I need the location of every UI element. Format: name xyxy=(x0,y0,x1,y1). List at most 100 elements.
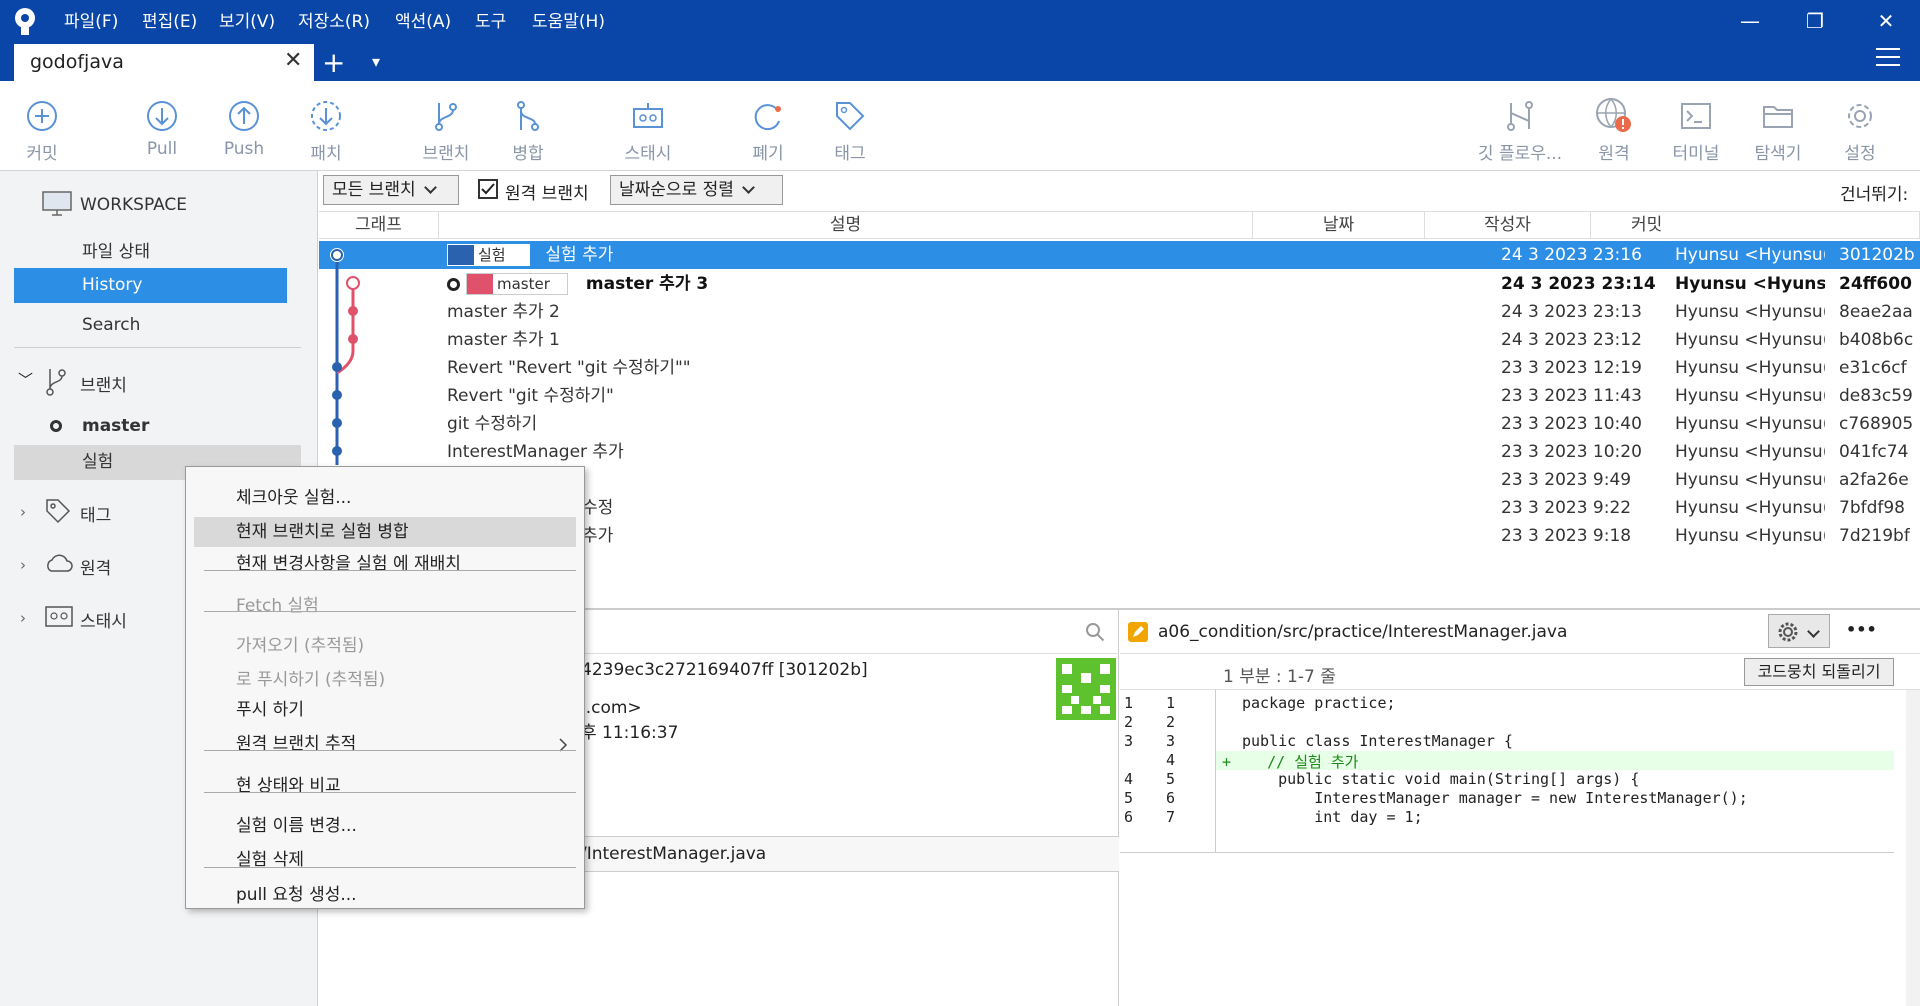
column-graph[interactable]: 그래프 xyxy=(319,212,439,239)
git-flow-button[interactable]: 깃 플로우... xyxy=(1470,95,1570,164)
menu-item-delete[interactable]: 실험 삭제 xyxy=(194,845,576,875)
menu-item-push-tracked[interactable]: 로 푸시하기 (추적됨) xyxy=(194,665,576,695)
commit-description: Revert "Revert "git 수정하기"" xyxy=(447,358,691,378)
column-description[interactable]: 설명 xyxy=(439,212,1253,239)
commit-date: 23 3 2023 10:20 xyxy=(1501,442,1642,462)
commit-description: master master 추가 3 xyxy=(447,270,708,298)
commit-table-header: 그래프 설명 날짜 작성자 커밋 xyxy=(319,211,1920,239)
menu-item-pull-request[interactable]: pull 요청 생성... xyxy=(194,880,576,910)
commit-hash: 8eae2aa xyxy=(1839,302,1913,322)
commit-row[interactable]: master 추가 1 24 3 2023 23:12 Hyunsu <Hyunsu… xyxy=(319,326,1920,354)
menu-item-compare[interactable]: 현 상태와 비교 xyxy=(194,771,576,801)
remote-button[interactable]: 원격 xyxy=(1574,95,1654,164)
commit-row[interactable]: Revert "git 수정하기" 23 3 2023 11:43 Hyunsu <… xyxy=(319,382,1920,410)
commit-description: git 수정하기 xyxy=(447,414,538,434)
patch-button[interactable]: 패치 xyxy=(286,95,366,164)
branch-tag-master[interactable]: master xyxy=(466,273,568,295)
restore-button[interactable]: ❐ xyxy=(1795,6,1835,36)
menu-tools[interactable]: 도구 xyxy=(475,10,506,34)
stashes-header[interactable]: 스태시 xyxy=(80,607,127,632)
commit-author: Hyunsu <Hyunsu( xyxy=(1675,414,1825,434)
remote-branches-checkbox[interactable] xyxy=(478,179,498,199)
commit-author: Hyunsu <Hyunsu( xyxy=(1675,330,1825,350)
commit-graph xyxy=(330,248,360,465)
menu-view[interactable]: 보기(V) xyxy=(219,10,275,34)
chevron-down-icon[interactable]: ﹀ xyxy=(18,369,33,390)
sort-dropdown[interactable]: 날짜순으로 정렬 xyxy=(610,175,783,205)
commit-date: 23 3 2023 12:19 xyxy=(1501,358,1642,378)
close-window-button[interactable]: ✕ xyxy=(1866,6,1906,36)
menu-item-fetch[interactable]: Fetch 실험 xyxy=(194,591,576,621)
commit-row[interactable]: master master 추가 3 24 3 2023 23:14 Hyuns… xyxy=(319,270,1920,298)
branch-tag-silheom[interactable]: 실험 xyxy=(447,244,530,266)
sidebar-item-history[interactable]: History xyxy=(14,268,287,303)
pull-button[interactable]: Pull xyxy=(122,95,202,159)
chevron-right-icon[interactable]: › xyxy=(20,609,26,627)
menu-edit[interactable]: 편집(E) xyxy=(142,10,197,34)
column-commit[interactable]: 커밋 xyxy=(1591,212,1920,239)
menu-item-rename[interactable]: 실험 이름 변경... xyxy=(194,811,576,841)
branches-header[interactable]: 브랜치 xyxy=(80,371,127,396)
settings-button[interactable]: 설정 xyxy=(1820,95,1900,164)
commit-row[interactable]: InterestManager 추가 23 3 2023 10:20 Hyunsu … xyxy=(319,438,1920,466)
tag-button[interactable]: 태그 xyxy=(810,95,890,164)
commit-row[interactable]: git 수정하기 23 3 2023 10:40 Hyunsu <Hyunsu(c7… xyxy=(319,410,1920,438)
tab-label: godofjava xyxy=(30,51,124,73)
search-icon[interactable] xyxy=(1085,622,1105,642)
column-date[interactable]: 날짜 xyxy=(1253,212,1425,239)
tab-godofjava[interactable]: godofjava ✕ xyxy=(14,44,314,81)
more-options-icon[interactable]: ••• xyxy=(1846,620,1877,639)
commit-date-line: 후 11:16:37 xyxy=(581,723,679,743)
remotes-header[interactable]: 원격 xyxy=(80,554,111,579)
minimize-button[interactable]: — xyxy=(1730,6,1770,36)
menu-item-push[interactable]: 푸시 하기 xyxy=(194,695,576,725)
commit-description: InterestManager 추가 xyxy=(447,442,624,462)
tab-close-icon[interactable]: ✕ xyxy=(284,48,302,73)
commit-row[interactable]: Revert "Revert "git 수정하기"" 23 3 2023 12:1… xyxy=(319,354,1920,382)
menu-separator xyxy=(204,792,576,793)
diff-options-dropdown[interactable] xyxy=(1768,614,1830,648)
menu-item-track-remote[interactable]: 원격 브랜치 추적 xyxy=(194,729,576,759)
stash-icon xyxy=(633,103,663,128)
commit-button[interactable]: 커밋 xyxy=(2,95,82,164)
push-button[interactable]: Push xyxy=(204,95,284,159)
merge-button[interactable]: 병합 xyxy=(488,95,568,164)
git-flow-icon xyxy=(1507,101,1533,131)
menu-action[interactable]: 액션(A) xyxy=(395,10,451,34)
explorer-button[interactable]: 탐색기 xyxy=(1738,95,1818,164)
menu-help[interactable]: 도움말(H) xyxy=(532,10,605,34)
revert-hunk-button[interactable]: 코드뭉치 되돌리기 xyxy=(1744,658,1894,686)
commit-row[interactable]: 실험 실험 추가 24 3 2023 23:16 Hyunsu <Hyunsu(… xyxy=(319,241,1920,269)
commit-hash: 041fc74 xyxy=(1839,442,1909,462)
stash-button[interactable]: 스태시 xyxy=(608,95,688,164)
avatar xyxy=(1056,658,1116,720)
commit-hash: 7d219bf xyxy=(1839,526,1910,546)
menu-file[interactable]: 파일(F) xyxy=(64,10,118,34)
tag-icon xyxy=(836,102,865,131)
commit-author: Hyunsu <Hyunsu( xyxy=(1675,442,1825,462)
terminal-button[interactable]: 터미널 xyxy=(1656,95,1736,164)
sidebar-item-search[interactable]: Search xyxy=(82,315,140,335)
tags-header[interactable]: 태그 xyxy=(80,501,111,526)
new-tab-button[interactable]: + xyxy=(322,46,345,79)
hamburger-menu-icon[interactable] xyxy=(1876,48,1900,70)
chevron-right-icon[interactable]: › xyxy=(20,556,26,574)
commit-row[interactable]: master 추가 2 24 3 2023 23:13 Hyunsu <Hyunsu… xyxy=(319,298,1920,326)
branch-button[interactable]: 브랜치 xyxy=(406,95,486,164)
menu-item-merge[interactable]: 현재 브랜치로 실험 병합 xyxy=(194,517,576,547)
tag-icon xyxy=(46,499,71,524)
menu-item-checkout[interactable]: 체크아웃 실험... xyxy=(194,483,576,513)
all-branches-dropdown[interactable]: 모든 브랜치 xyxy=(323,175,459,205)
menu-item-rebase[interactable]: 현재 변경사항을 실험 에 재배치 xyxy=(194,549,576,579)
cloud-icon xyxy=(47,554,73,572)
sidebar-branch-master[interactable]: master xyxy=(82,416,149,436)
chevron-right-icon[interactable]: › xyxy=(20,503,26,521)
sidebar-item-file-status[interactable]: 파일 상태 xyxy=(82,237,150,262)
diff-scrollbar[interactable] xyxy=(1906,690,1920,1006)
column-author[interactable]: 작성자 xyxy=(1425,212,1591,239)
menu-item-pull-tracked[interactable]: 가져오기 (추적됨) xyxy=(194,631,576,661)
menu-repository[interactable]: 저장소(R) xyxy=(298,10,370,34)
tab-dropdown-icon[interactable]: ▾ xyxy=(372,52,380,71)
commit-hash: b408b6c xyxy=(1839,330,1914,350)
discard-button[interactable]: 폐기 xyxy=(728,95,808,164)
